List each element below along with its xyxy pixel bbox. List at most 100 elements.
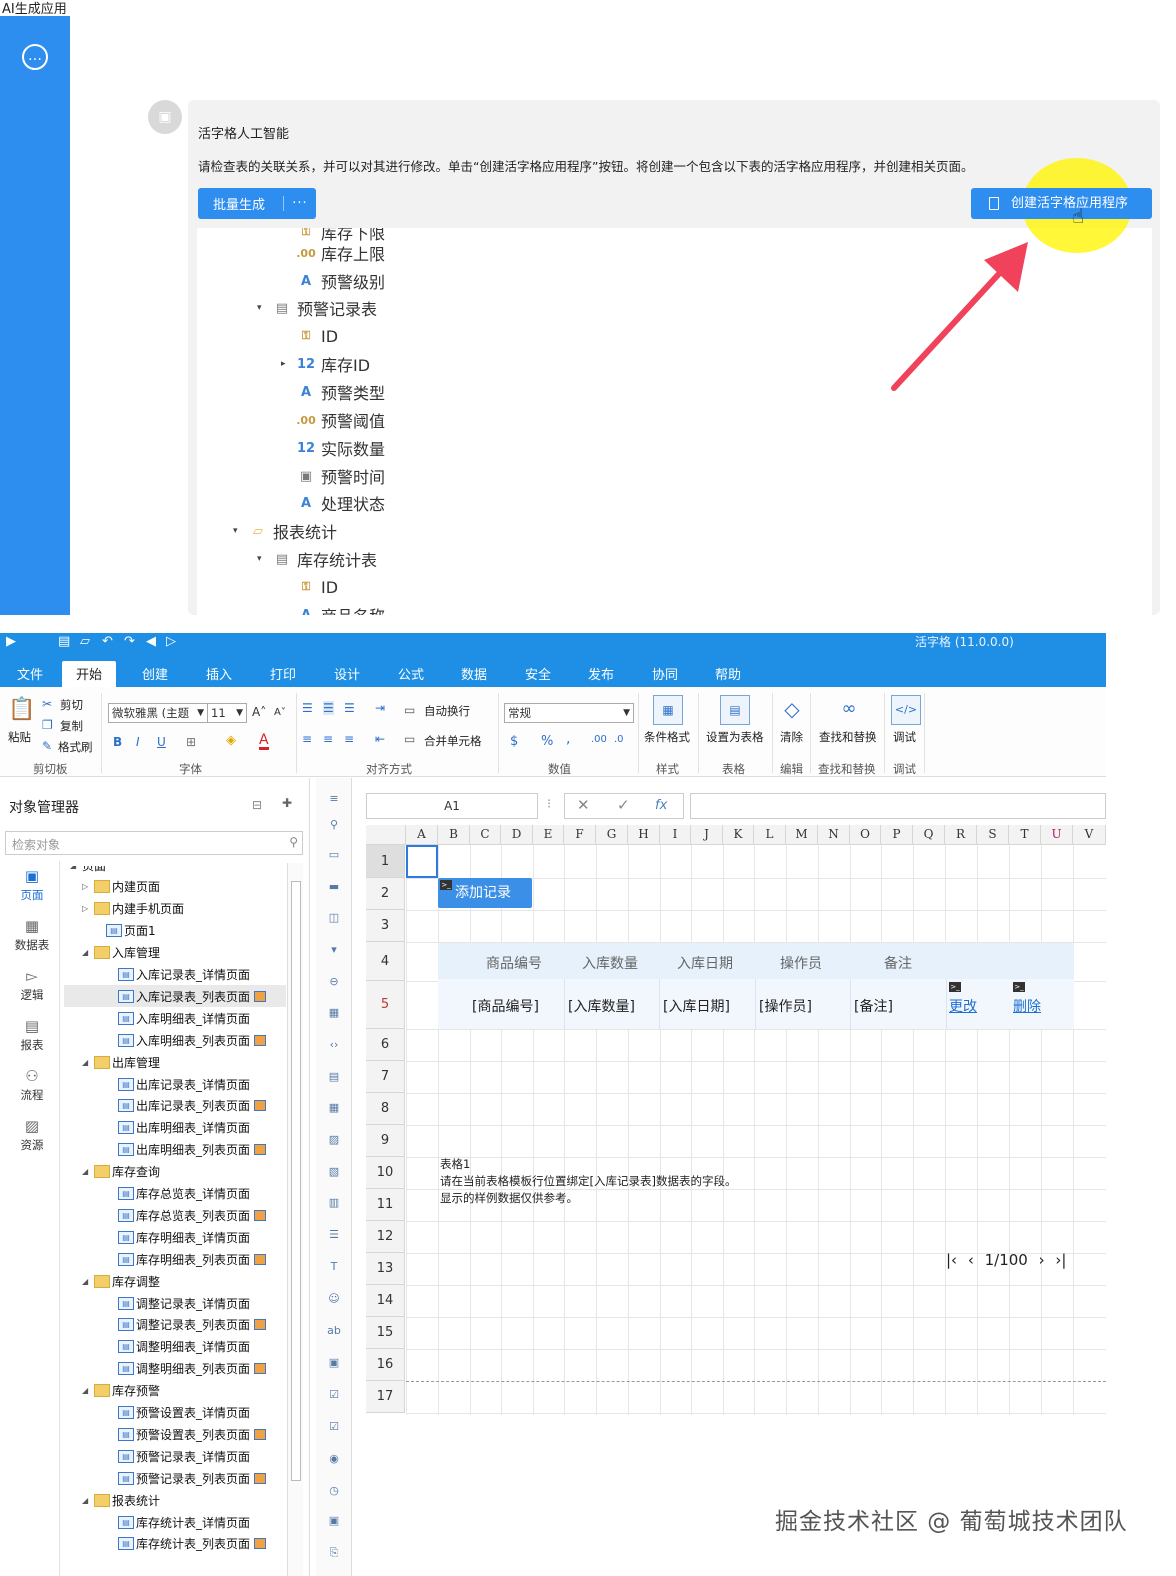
chevron-down-icon[interactable]: ▷	[82, 904, 94, 913]
row-header-2[interactable]: 2	[366, 878, 405, 910]
paste-button[interactable]: 粘贴	[8, 729, 31, 745]
object-tree-item[interactable]: ▤ 预警设置表_列表页面	[64, 1423, 267, 1445]
object-tree-item[interactable]: ▤ 入库明细表_列表页面	[64, 1029, 267, 1051]
tab-help[interactable]: 帮助	[715, 664, 741, 683]
row-header-11[interactable]: 11	[366, 1189, 405, 1221]
row-header-7[interactable]: 7	[366, 1061, 405, 1093]
object-tree-item[interactable]: ◢ 出库管理	[64, 1051, 160, 1073]
decrease-decimal-icon[interactable]: .0	[614, 734, 624, 745]
delete-link[interactable]: 删除	[1013, 996, 1041, 1016]
bold-button[interactable]: B	[113, 735, 122, 749]
number-format-select[interactable]: 常规 ▼	[504, 703, 634, 723]
next-page-icon[interactable]: ›	[1039, 1251, 1045, 1269]
table-cell[interactable]: [入库数量]	[568, 996, 635, 1016]
object-tree-item[interactable]: ◢ 库存查询	[64, 1161, 160, 1183]
tree-node[interactable]: A 商品名称	[281, 602, 385, 615]
align-center-icon[interactable]: ≡	[323, 732, 333, 746]
column-header-J[interactable]: J	[691, 825, 723, 845]
column-header-F[interactable]: F	[564, 825, 596, 845]
table-icon[interactable]: ▦	[326, 1006, 342, 1020]
object-tree-item[interactable]: ◢ 报表统计	[64, 1489, 160, 1511]
textbox-icon[interactable]: ◫	[326, 911, 342, 925]
redo-icon[interactable]: ↷	[124, 634, 135, 649]
chevron-down-icon[interactable]: ▾	[233, 526, 247, 536]
fill-color-icon[interactable]: ◈	[226, 733, 236, 748]
column-header-A[interactable]: A	[406, 825, 438, 845]
table-cell[interactable]: [操作员]	[759, 996, 812, 1016]
object-search-input[interactable]: 检索对象 ⚲	[5, 831, 303, 855]
confirm-icon[interactable]: ✓	[617, 796, 630, 814]
italic-button[interactable]: I	[136, 735, 140, 749]
object-tree-item[interactable]: ▤ 预警记录表_列表页面	[64, 1467, 267, 1489]
chevron-down-icon[interactable]: ◢	[70, 866, 82, 870]
chevron-down-icon[interactable]: ▾	[257, 303, 271, 313]
font-color-button[interactable]: A	[259, 733, 269, 750]
number-icon[interactable]: ▤	[326, 1070, 342, 1084]
back-icon[interactable]: ◀	[146, 634, 156, 649]
search-icon[interactable]: ⚲	[289, 835, 298, 849]
column-header-Q[interactable]: Q	[913, 825, 945, 845]
add-record-button[interactable]: >_ 添加记录	[438, 878, 532, 908]
chevron-down-icon[interactable]: ◢	[82, 1496, 94, 1505]
object-tree-item[interactable]: ▤ 调整记录表_详情页面	[64, 1292, 250, 1314]
object-tree-item[interactable]: ◢ 入库管理	[64, 942, 160, 964]
column-header-S[interactable]: S	[977, 825, 1009, 845]
name-box[interactable]: A1	[366, 793, 538, 819]
more-options-button[interactable]: ···	[283, 196, 316, 211]
rail-pages[interactable]: ▣ 页面	[4, 867, 60, 903]
row-header-6[interactable]: 6	[366, 1029, 405, 1061]
first-page-icon[interactable]: |‹	[946, 1251, 957, 1269]
column-header-R[interactable]: R	[945, 825, 977, 845]
tree-node[interactable]: .00 库存上限	[281, 240, 385, 266]
object-tree-item[interactable]: ▤ 预警记录表_详情页面	[64, 1445, 250, 1467]
chevron-right-icon[interactable]: ▸	[281, 359, 295, 369]
list-icon[interactable]: ☰	[326, 1228, 342, 1242]
object-tree-item[interactable]: ▤ 调整明细表_详情页面	[64, 1336, 250, 1358]
column-header-G[interactable]: G	[596, 825, 628, 845]
indent-icon[interactable]: ⇥	[375, 701, 385, 715]
currency-button[interactable]: $	[510, 734, 518, 749]
text-icon[interactable]: ab	[326, 1324, 342, 1338]
cut-button[interactable]: 剪切	[60, 697, 83, 713]
column-header-C[interactable]: C	[470, 825, 501, 845]
object-tree-item[interactable]: ▤ 页面1	[64, 920, 156, 942]
radio-icon[interactable]: ◉	[326, 1452, 342, 1466]
format-painter-button[interactable]: 格式刷	[58, 739, 93, 755]
tree-node[interactable]: .00 预警阈值	[281, 407, 385, 433]
label-icon[interactable]: ▭	[326, 848, 342, 862]
tree-node[interactable]: ▣ 预警时间	[281, 463, 385, 489]
last-page-icon[interactable]: ›|	[1055, 1251, 1066, 1269]
align-left-icon[interactable]: ≡	[302, 732, 312, 746]
tree-node[interactable]: ▾ ▱ 报表统计	[233, 518, 337, 544]
border-icon[interactable]: ⊞	[186, 735, 196, 749]
row-header-9[interactable]: 9	[366, 1125, 405, 1157]
object-tree-item[interactable]: ▤ 出库明细表_详情页面	[64, 1117, 250, 1139]
pin-icon[interactable]: ✚	[282, 796, 292, 810]
object-tree-item[interactable]: ▤ 调整明细表_列表页面	[64, 1358, 267, 1380]
chevron-down-icon[interactable]: ◢	[82, 1277, 94, 1286]
column-header-B[interactable]: B	[438, 825, 470, 845]
object-tree-item[interactable]: ▤ 预警设置表_详情页面	[64, 1402, 250, 1424]
rail-logic[interactable]: ▻ 逻辑	[4, 967, 60, 1003]
tree-node[interactable]: ⚿ ID	[281, 323, 338, 349]
increase-decimal-icon[interactable]: .00	[591, 734, 607, 745]
column-header-M[interactable]: M	[786, 825, 818, 845]
object-tree-item[interactable]: ▷ 内建页面	[64, 876, 160, 898]
object-tree-item[interactable]: ◢ 库存预警	[64, 1380, 160, 1402]
chevron-down-icon[interactable]: ◢	[82, 1167, 94, 1176]
upload-image-icon[interactable]: ▣	[326, 1514, 342, 1528]
formula-input[interactable]	[690, 793, 1106, 819]
tree-node[interactable]: ▾ ▤ 预警记录表	[257, 295, 377, 321]
set-as-table-button[interactable]: 设置为表格	[706, 729, 764, 745]
tab-print[interactable]: 打印	[270, 664, 296, 683]
row-header-10[interactable]: 10	[366, 1157, 405, 1189]
open-icon[interactable]: ▱	[80, 634, 90, 649]
chevron-down-icon[interactable]: ▷	[82, 882, 94, 891]
object-tree-item[interactable]: ▤ 入库记录表_详情页面	[64, 964, 250, 986]
save-icon[interactable]: ▤	[58, 634, 70, 649]
tab-file[interactable]: 文件	[17, 664, 43, 683]
merge-cells-button[interactable]: 合并单元格	[424, 733, 482, 749]
collapse-icon[interactable]: ⊟	[252, 798, 262, 812]
row-header-5[interactable]: 5	[366, 981, 405, 1029]
object-tree-item[interactable]: ▤ 入库记录表_列表页面	[64, 985, 286, 1008]
